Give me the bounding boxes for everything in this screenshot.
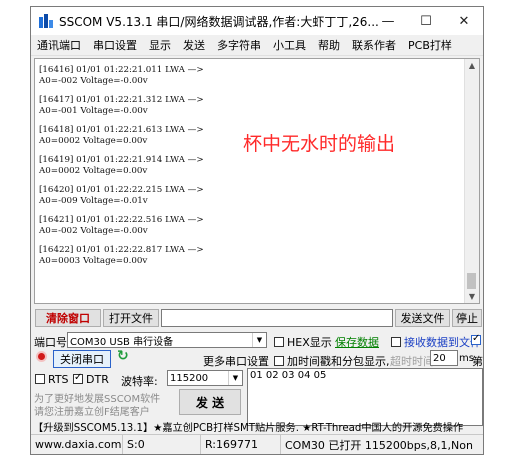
annotation-text: 杯中无水时的输出 bbox=[243, 133, 396, 155]
close-port-button[interactable]: 关闭串口 bbox=[53, 350, 111, 368]
receive-to-file-checkbox[interactable]: 接收数据到文件 bbox=[391, 334, 481, 350]
baud-rate-select[interactable]: 115200 ▼ bbox=[167, 370, 243, 386]
send-file-button[interactable]: 发送文件 bbox=[395, 309, 450, 327]
record-icon bbox=[36, 351, 47, 362]
menu-display[interactable]: 显示 bbox=[143, 37, 177, 53]
title-bar: SSCOM V5.13.1 串口/网络数据调试器,作者:大虾丁丁,26... —… bbox=[31, 7, 483, 35]
minimize-button[interactable]: — bbox=[369, 7, 407, 35]
log-entry: [16420] 01/01 01:22:22.215 LWA —> A0=-009… bbox=[39, 185, 204, 206]
scroll-up-icon[interactable]: ▲ bbox=[465, 61, 479, 70]
timeout-input[interactable]: 20 bbox=[430, 350, 458, 366]
scroll-down-icon[interactable]: ▼ bbox=[465, 292, 479, 301]
refresh-icon[interactable]: ↻ bbox=[117, 348, 129, 364]
rts-checkbox[interactable]: RTS bbox=[35, 373, 69, 386]
extra-checkbox[interactable] bbox=[471, 333, 481, 345]
sscom-window: SSCOM V5.13.1 串口/网络数据调试器,作者:大虾丁丁,26... —… bbox=[30, 6, 484, 455]
stop-button[interactable]: 停止 bbox=[452, 309, 482, 327]
menu-bar: 通讯端口 串口设置 显示 发送 多字符串 小工具 帮助 联系作者 PCB打样 bbox=[31, 35, 483, 56]
save-data-link[interactable]: 保存数据 bbox=[335, 334, 379, 350]
status-website[interactable]: www.daxia.com bbox=[31, 435, 123, 454]
file-path-input[interactable] bbox=[161, 309, 393, 327]
receive-area[interactable]: [16416] 01/01 01:22:21.011 LWA —> A0=-002… bbox=[34, 58, 480, 304]
clear-window-button[interactable]: 清除窗口 bbox=[35, 309, 101, 327]
menu-help[interactable]: 帮助 bbox=[312, 37, 346, 53]
log-entry: [16421] 01/01 01:22:22.516 LWA —> A0=-002… bbox=[39, 215, 204, 236]
menu-contact-author[interactable]: 联系作者 bbox=[346, 37, 402, 53]
baud-label: 波特率: bbox=[121, 375, 158, 388]
status-received: R:169771 bbox=[201, 435, 281, 454]
chevron-down-icon: ▼ bbox=[228, 371, 242, 385]
menu-pcb[interactable]: PCB打样 bbox=[402, 37, 458, 53]
close-button[interactable]: ✕ bbox=[445, 7, 483, 35]
window-title: SSCOM V5.13.1 串口/网络数据调试器,作者:大虾丁丁,26... bbox=[59, 14, 379, 29]
vertical-scrollbar[interactable]: ▲ ▼ bbox=[464, 59, 479, 303]
log-entry: [16422] 01/01 01:22:22.817 LWA —> A0=0003… bbox=[39, 245, 204, 266]
timestamp-checkbox[interactable]: 加时间戳和分包显示, bbox=[274, 353, 390, 369]
log-entry: [16417] 01/01 01:22:21.312 LWA —> A0=-001… bbox=[39, 95, 204, 116]
menu-multi-string[interactable]: 多字符串 bbox=[211, 37, 267, 53]
promo-text-2: 请您注册嘉立创F结尾客户 bbox=[34, 407, 150, 418]
log-entry: [16416] 01/01 01:22:21.011 LWA —> A0=-002… bbox=[39, 65, 204, 86]
open-file-button[interactable]: 打开文件 bbox=[103, 309, 159, 327]
log-entry: [16418] 01/01 01:22:21.613 LWA —> A0=0002… bbox=[39, 125, 204, 146]
log-entry: [16419] 01/01 01:22:21.914 LWA —> A0=0002… bbox=[39, 155, 204, 176]
port-label: 端口号 bbox=[34, 336, 67, 349]
hex-display-checkbox[interactable]: HEX显示 bbox=[274, 334, 332, 350]
scroll-thumb[interactable] bbox=[467, 273, 476, 289]
send-button[interactable]: 发 送 bbox=[179, 389, 241, 415]
byte-label: 第 bbox=[472, 355, 483, 368]
menu-send[interactable]: 发送 bbox=[177, 37, 211, 53]
status-port-state: COM30 已打开 115200bps,8,1,Non bbox=[285, 438, 473, 452]
maximize-button[interactable]: ☐ bbox=[407, 7, 445, 35]
more-settings-button[interactable]: 更多串口设置 bbox=[203, 353, 269, 369]
port-select[interactable]: COM30 USB 串行设备 ▼ bbox=[67, 332, 267, 348]
status-bar: www.daxia.com S:0 R:169771 COM30 已打开 115… bbox=[31, 434, 483, 454]
send-input[interactable]: 01 02 03 04 05 bbox=[247, 368, 483, 426]
dtr-checkbox[interactable]: DTR bbox=[73, 372, 109, 386]
ticker-text: 【升级到SSCOM5.13.1】★嘉立创PCB打样SMT贴片服务. ★RT-Th… bbox=[33, 423, 464, 434]
chevron-down-icon: ▼ bbox=[252, 333, 266, 347]
app-icon bbox=[39, 14, 53, 28]
status-sent: S:0 bbox=[123, 435, 201, 454]
receive-log: [16416] 01/01 01:22:21.011 LWA —> A0=-002… bbox=[39, 65, 204, 275]
menu-tools[interactable]: 小工具 bbox=[267, 37, 312, 53]
menu-serial-settings[interactable]: 串口设置 bbox=[87, 37, 143, 53]
menu-comm-port[interactable]: 通讯端口 bbox=[31, 37, 87, 53]
